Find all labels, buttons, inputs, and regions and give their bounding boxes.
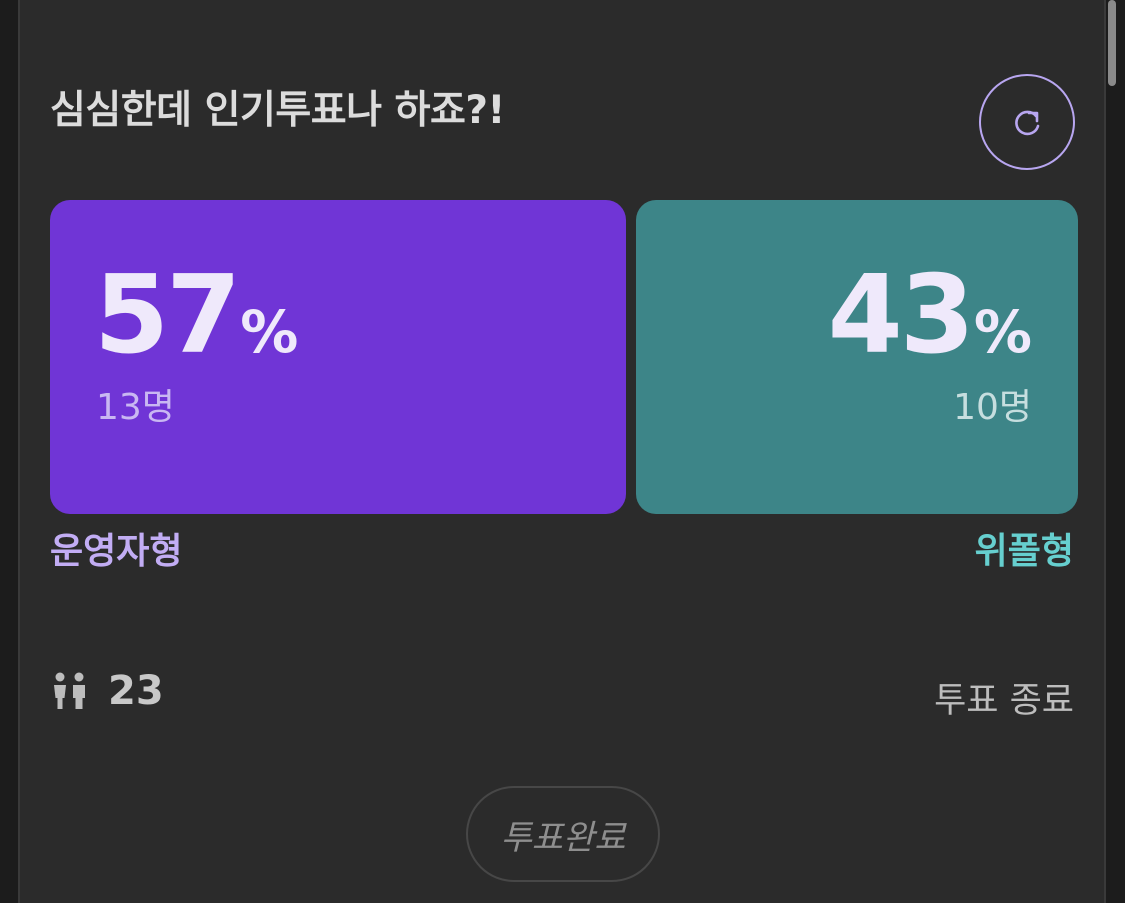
vote-complete-button[interactable]: 투표완료 <box>466 786 660 882</box>
vote-count: 10명 <box>953 387 1032 428</box>
option-bar-wipol: 43% 10명 <box>636 200 1078 514</box>
refresh-button[interactable] <box>979 74 1075 170</box>
people-icon <box>54 672 85 709</box>
option-label-operator: 운영자형 <box>50 531 183 572</box>
voter-count: 23 <box>108 668 164 714</box>
poll-status: 투표 종료 <box>934 681 1074 721</box>
option-bar-operator: 57% 13명 <box>50 200 626 514</box>
poll-title: 심심한데 인기투표나 하죠?! <box>50 88 505 133</box>
total-voters: 23 <box>50 668 164 714</box>
percent-sign: % <box>973 298 1032 366</box>
scrollbar-thumb[interactable] <box>1108 0 1116 86</box>
percent-value: 43 <box>827 253 975 378</box>
percent-sign: % <box>240 298 299 366</box>
refresh-icon <box>1015 110 1040 136</box>
option-percent: 43% <box>828 262 1032 370</box>
vote-count: 13명 <box>96 387 175 428</box>
option-percent: 57% <box>94 262 298 370</box>
percent-value: 57 <box>94 253 241 378</box>
poll-card: 심심한데 인기투표나 하죠?! 57% 13명 43% 10명 운영자형 위폴형… <box>18 0 1106 903</box>
option-label-wipol: 위폴형 <box>974 531 1074 572</box>
